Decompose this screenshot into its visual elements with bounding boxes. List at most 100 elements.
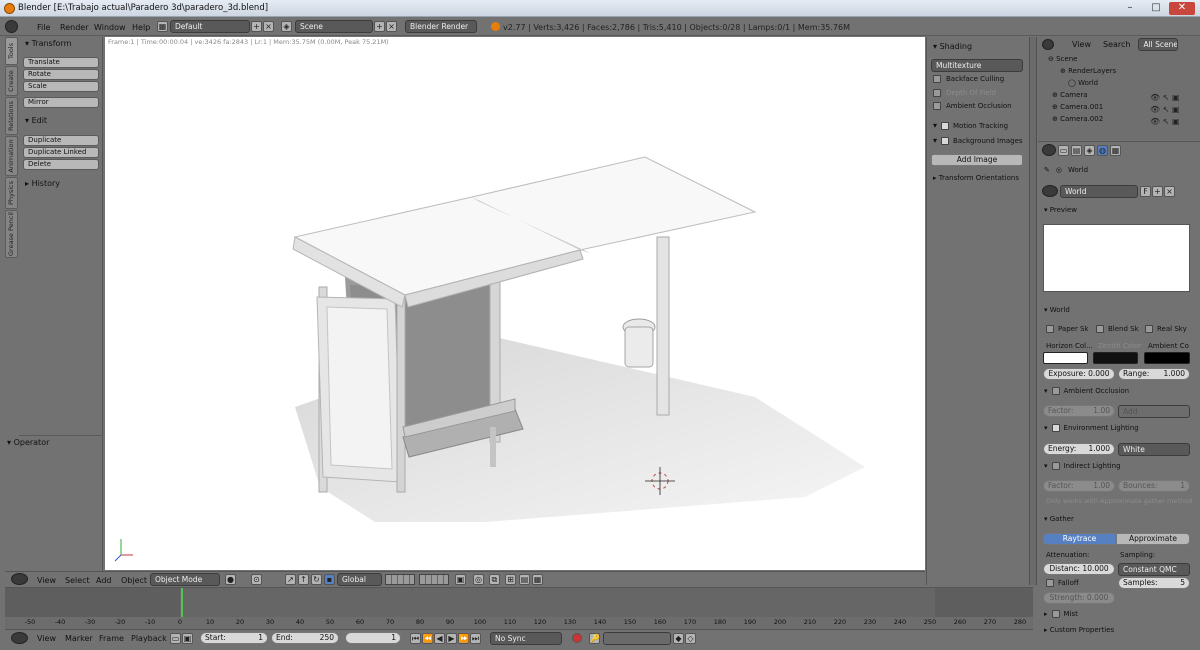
indirect-factor-field[interactable]: Factor: 1.00	[1043, 480, 1115, 492]
current-frame-field[interactable]: 1	[345, 632, 401, 644]
blend-sky-checkbox[interactable]	[1096, 325, 1104, 333]
outliner-display-select[interactable]: All Scenes	[1138, 38, 1179, 51]
outliner-item-world[interactable]: ◯ World	[1068, 79, 1098, 87]
dof-row[interactable]: Depth Of Field	[933, 89, 996, 97]
fake-user-button[interactable]: F	[1140, 186, 1151, 197]
timeline-frame-menu[interactable]: Frame	[99, 634, 124, 643]
timeline-type-icon[interactable]	[11, 632, 28, 644]
properties-type-icon[interactable]	[1042, 144, 1056, 156]
indirect-checkbox[interactable]	[1051, 462, 1060, 470]
pin-icon[interactable]: ✎	[1044, 166, 1050, 174]
jump-end-icon[interactable]: ⏭	[470, 633, 481, 644]
outliner-item-camera[interactable]: ⊕ Camera	[1052, 91, 1088, 99]
ambient-color-swatch[interactable]	[1144, 352, 1190, 364]
paper-sky-checkbox[interactable]	[1046, 325, 1054, 333]
layout-icon[interactable]: ▦	[157, 21, 168, 32]
menu-file[interactable]: File	[37, 23, 50, 32]
add-image-button[interactable]: Add Image	[931, 154, 1023, 166]
background-images-header[interactable]: ▾ Background Images	[933, 136, 1023, 145]
texture-tab-icon[interactable]: ▦	[1110, 144, 1121, 156]
jump-next-key-icon[interactable]: ⏩	[458, 633, 469, 644]
sampling-method-select[interactable]: Constant QMC	[1118, 563, 1190, 576]
3d-viewport[interactable]: Frame:1 | Time:00:00:04 | ve:3426 fa:284…	[105, 37, 925, 570]
transform-orientations-header[interactable]: ▸ Transform Orientations	[933, 174, 1019, 182]
add-layout-icon[interactable]: +	[251, 21, 262, 32]
samples-field[interactable]: Samples: 5	[1118, 577, 1190, 589]
motion-checkbox[interactable]	[941, 121, 950, 130]
shading-mode-select[interactable]: Multitexture	[931, 59, 1023, 72]
sync-select[interactable]: No Sync	[490, 632, 562, 645]
keying-set-field[interactable]	[603, 632, 671, 645]
preview-panel-header[interactable]: ▾ Preview	[1044, 206, 1077, 214]
view-menu[interactable]: View	[37, 576, 56, 585]
preview-range-icon[interactable]: ▭	[170, 633, 181, 644]
shading-panel-header[interactable]: ▾ Shading	[933, 42, 972, 51]
unlink-world-icon[interactable]: ×	[1164, 186, 1175, 197]
orientation-select[interactable]: Global	[337, 573, 382, 586]
scene-field[interactable]: Scene	[295, 20, 373, 33]
lock-icon[interactable]: ▣	[455, 574, 466, 585]
transform-panel-header[interactable]: ▾ Transform	[25, 39, 71, 48]
outliner-search-menu[interactable]: Search	[1103, 40, 1130, 49]
outliner-item-scene[interactable]: ⊖ Scene	[1048, 55, 1077, 63]
backface-row[interactable]: Backface Culling	[933, 75, 1004, 83]
env-lighting-checkbox[interactable]	[1051, 424, 1060, 432]
keying-icon[interactable]: 🔑	[589, 633, 600, 644]
paper-sky-row[interactable]: Paper Sk	[1046, 325, 1089, 333]
range-field[interactable]: Range: 1.000	[1118, 368, 1190, 380]
layers-grid-2[interactable]	[419, 574, 449, 585]
menu-render[interactable]: Render	[60, 23, 88, 32]
visibility-icons[interactable]: 👁 ↖ ▣ 👁 ↖ ▣ 👁 ↖ ▣	[1150, 92, 1194, 132]
delete-layout-icon[interactable]: ×	[263, 21, 274, 32]
duplicate-linked-button[interactable]: Duplicate Linked	[23, 147, 99, 158]
scene-tab-icon[interactable]: ◈	[1084, 144, 1095, 156]
mirror-button[interactable]: Mirror	[23, 97, 99, 108]
ao-factor-field[interactable]: Factor: 1.00	[1043, 405, 1115, 417]
snap-target-icon[interactable]: ⊞	[505, 574, 516, 585]
timeline-area[interactable]	[5, 587, 1033, 618]
duplicate-button[interactable]: Duplicate	[23, 135, 99, 146]
ao-blend-select[interactable]: Add	[1118, 405, 1190, 418]
maximize-icon[interactable]: □	[1143, 2, 1169, 15]
horizon-color-swatch[interactable]	[1043, 352, 1088, 364]
indirect-lighting-header[interactable]: ▾ Indirect Lighting	[1044, 462, 1121, 470]
ao-panel-checkbox[interactable]	[1051, 387, 1060, 395]
delete-scene-icon[interactable]: ×	[386, 21, 397, 32]
render-tab-icon[interactable]: ▭	[1058, 144, 1069, 156]
insert-keyframe-icon[interactable]: ◆	[673, 633, 684, 644]
ao-row[interactable]: Ambient Occlusion	[933, 102, 1012, 110]
scale-manipulator-icon[interactable]: ▪	[324, 574, 335, 585]
world-name-field[interactable]: World	[1060, 185, 1138, 198]
render-preview-icon[interactable]: ▤	[519, 574, 530, 585]
gather-panel-header[interactable]: ▾ Gather	[1044, 515, 1074, 523]
scale-button[interactable]: Scale	[23, 81, 99, 92]
ao-checkbox[interactable]	[933, 102, 941, 110]
rotate-manipulator-icon[interactable]: ↻	[311, 574, 322, 585]
blend-sky-row[interactable]: Blend Sk	[1096, 325, 1139, 333]
bounces-field[interactable]: Bounces: 1	[1118, 480, 1190, 492]
mode-select[interactable]: Object Mode	[150, 573, 220, 586]
object-menu[interactable]: Object	[121, 576, 147, 585]
env-lighting-header[interactable]: ▾ Environment Lighting	[1044, 424, 1139, 432]
falloff-row[interactable]: Falloff	[1046, 579, 1079, 587]
edit-panel-header[interactable]: ▾ Edit	[25, 116, 47, 125]
record-icon[interactable]	[572, 633, 582, 643]
layers-grid[interactable]	[385, 574, 415, 585]
lock-range-icon[interactable]: ▣	[182, 633, 193, 644]
approximate-button[interactable]: Approximate	[1116, 533, 1190, 545]
jump-prev-key-icon[interactable]: ⏪	[422, 633, 433, 644]
editor-type-icon[interactable]	[11, 573, 28, 585]
exposure-field[interactable]: Exposure: 0.000	[1043, 368, 1115, 380]
jump-start-icon[interactable]: ⏮	[410, 633, 421, 644]
raytrace-button[interactable]: Raytrace	[1043, 533, 1116, 545]
timeline-playback-menu[interactable]: Playback	[131, 634, 167, 643]
tab-grease-pencil[interactable]: Grease Pencil	[5, 210, 18, 258]
scene-icon[interactable]: ◈	[281, 21, 292, 32]
render-animation-icon[interactable]: ▦	[532, 574, 543, 585]
menu-window[interactable]: Window	[94, 23, 126, 32]
start-frame-field[interactable]: Start: 1	[200, 632, 268, 644]
mist-checkbox[interactable]	[1051, 610, 1060, 618]
outliner-item-camera-001[interactable]: ⊕ Camera.001	[1052, 103, 1103, 111]
zenith-color-swatch[interactable]	[1093, 352, 1138, 364]
custom-properties-header[interactable]: ▸ Custom Properties	[1044, 626, 1114, 634]
